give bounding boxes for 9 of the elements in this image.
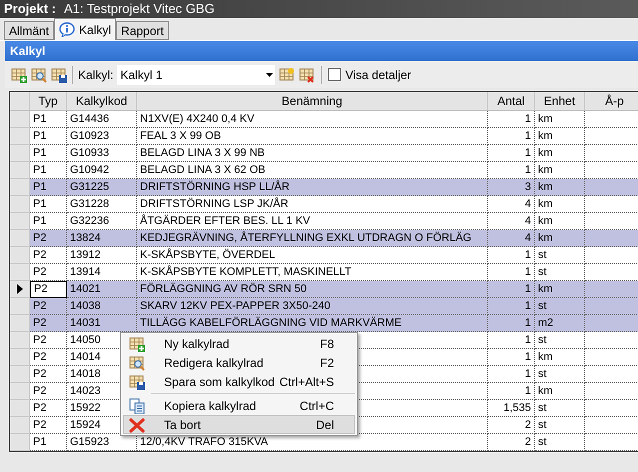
project-title: A1: Testprojekt Vitec GBG [64, 0, 215, 18]
panel-header: Kalkyl [5, 41, 638, 61]
project-label: Projekt : [4, 0, 56, 18]
table-cell: st [535, 434, 585, 451]
table-cell: P2 [30, 281, 67, 298]
table-cell: P1 [30, 434, 67, 451]
checkbox-label: Visa detaljer [345, 66, 412, 84]
combo-label: Kalkyl: [78, 66, 114, 84]
table-cell: 2 [488, 434, 535, 451]
